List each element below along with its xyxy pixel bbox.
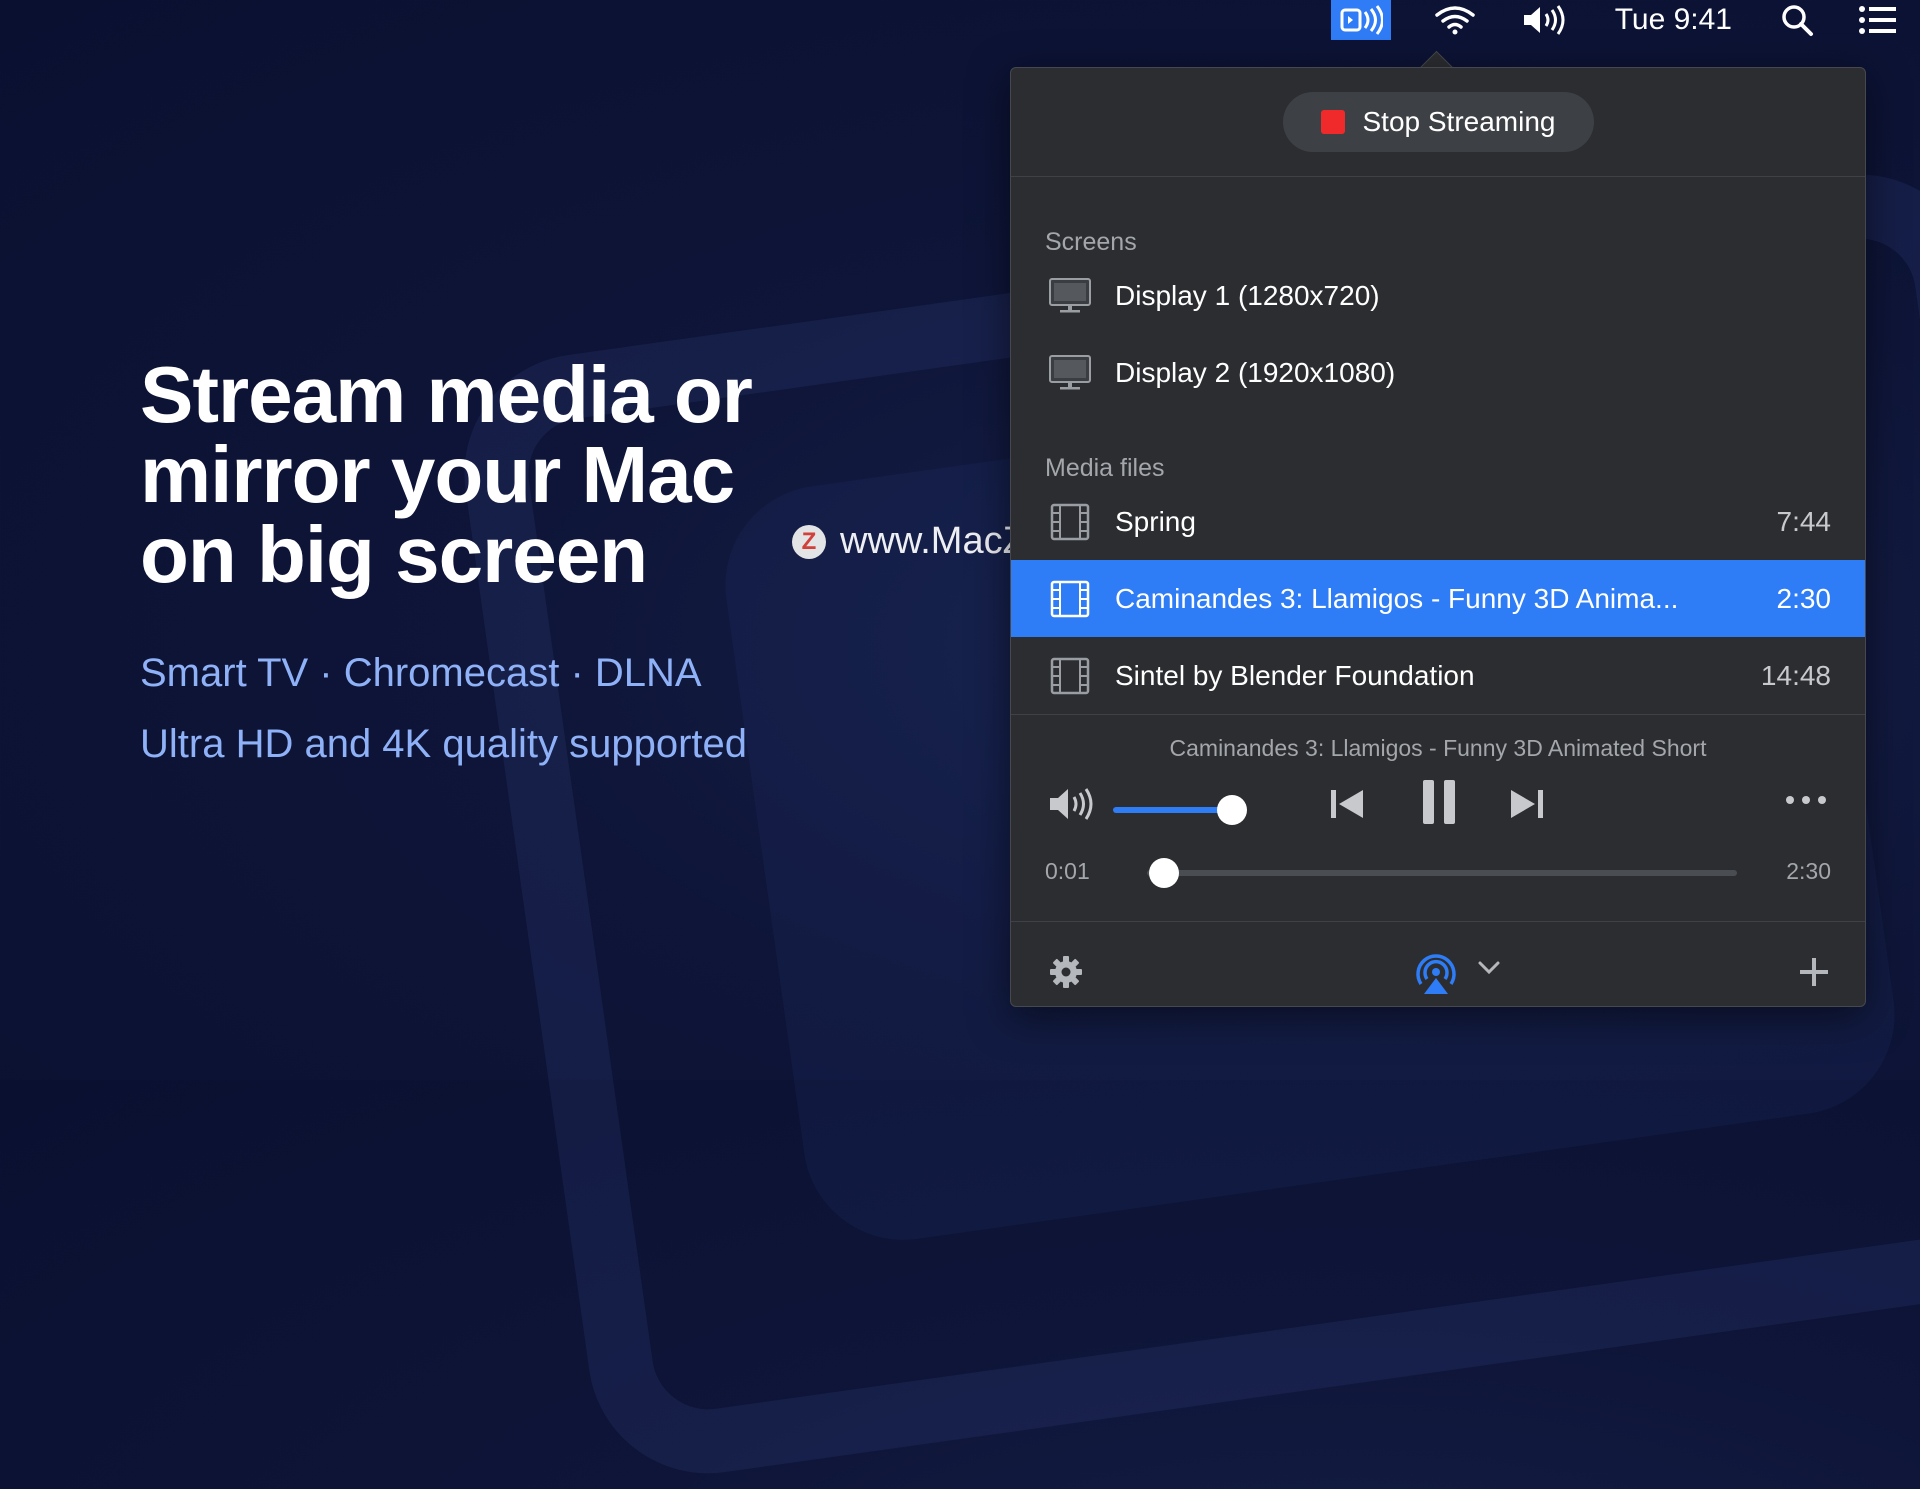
watermark-logo-icon: Z — [792, 524, 826, 559]
screen-item[interactable]: Display 1 (1280x720) — [1011, 257, 1865, 334]
progress-track[interactable] — [1147, 870, 1737, 876]
volume-icon[interactable] — [1499, 0, 1589, 40]
menu-bar: Tue 9:41 — [0, 0, 1920, 40]
chevron-down-icon[interactable] — [1477, 960, 1501, 981]
now-playing-title: Caminandes 3: Llamigos - Funny 3D Animat… — [1169, 735, 1707, 761]
hero-section: Stream media or mirror your Mac on big s… — [140, 355, 860, 767]
next-track-icon[interactable] — [1507, 784, 1547, 829]
search-icon[interactable] — [1758, 0, 1836, 40]
media-title: Sintel by Blender Foundation — [1115, 659, 1475, 691]
film-icon — [1047, 656, 1093, 696]
display-icon — [1047, 276, 1093, 316]
total-time: 2:30 — [1786, 858, 1831, 884]
media-item[interactable]: Spring 7:44 — [1011, 483, 1865, 560]
player-section: Caminandes 3: Llamigos - Funny 3D Animat… — [1011, 714, 1865, 921]
media-list: Spring 7:44 Caminandes 3: Llamigos - Fun… — [1011, 483, 1865, 714]
volume-icon[interactable] — [1047, 784, 1095, 829]
hero-title: Stream media or mirror your Mac on big s… — [140, 350, 753, 599]
media-item-selected[interactable]: Caminandes 3: Llamigos - Funny 3D Anima.… — [1011, 560, 1865, 637]
screens-section-label: Screens — [1045, 228, 1137, 256]
hero-subtitle-protocols: Smart TV · Chromecast · DLNA — [140, 651, 702, 695]
current-time: 0:01 — [1045, 858, 1090, 884]
stop-icon — [1320, 110, 1345, 134]
popover-footer — [1011, 921, 1865, 1006]
hero-subtitle-quality: Ultra HD and 4K quality supported — [140, 722, 747, 766]
add-media-icon[interactable] — [1797, 955, 1831, 994]
previous-track-icon[interactable] — [1327, 784, 1367, 829]
media-duration: 2:30 — [1776, 582, 1832, 614]
film-icon — [1047, 502, 1093, 542]
media-duration: 7:44 — [1776, 505, 1832, 537]
menubar-clock[interactable]: Tue 9:41 — [1589, 0, 1758, 40]
media-item[interactable]: Sintel by Blender Foundation 14:48 — [1011, 637, 1865, 714]
stop-streaming-label: Stop Streaming — [1362, 106, 1556, 137]
display-icon — [1047, 353, 1093, 393]
screen-label: Display 2 (1920x1080) — [1115, 356, 1396, 388]
more-options-icon[interactable] — [1783, 792, 1829, 813]
media-title: Spring — [1115, 505, 1196, 537]
media-duration: 14:48 — [1760, 659, 1831, 691]
screen-item[interactable]: Display 2 (1920x1080) — [1011, 334, 1865, 411]
gear-icon[interactable] — [1049, 955, 1083, 994]
pause-icon[interactable] — [1417, 776, 1461, 833]
film-icon — [1047, 579, 1093, 619]
progress-knob[interactable] — [1149, 858, 1179, 888]
stop-streaming-button[interactable]: Stop Streaming — [1282, 92, 1594, 152]
media-files-section-label: Media files — [1045, 454, 1165, 482]
progress-row: 0:01 2:30 — [1011, 848, 1865, 908]
screen-label: Display 1 (1280x720) — [1115, 279, 1380, 311]
wifi-icon[interactable] — [1411, 0, 1499, 40]
volume-slider-track[interactable] — [1113, 807, 1232, 813]
media-title: Caminandes 3: Llamigos - Funny 3D Anima.… — [1115, 582, 1679, 614]
streaming-popover: Stop Streaming Screens Display 1 (1280x7… — [1010, 67, 1866, 1007]
popover-header: Stop Streaming — [1011, 68, 1865, 177]
screens-list: Display 1 (1280x720) Display 2 (1920x108… — [1011, 257, 1865, 411]
app-status-icon[interactable] — [1330, 0, 1391, 40]
volume-slider-knob[interactable] — [1217, 795, 1247, 825]
list-icon[interactable] — [1836, 0, 1920, 40]
airplay-icon[interactable] — [1411, 948, 1461, 1003]
playback-controls — [1011, 762, 1865, 848]
